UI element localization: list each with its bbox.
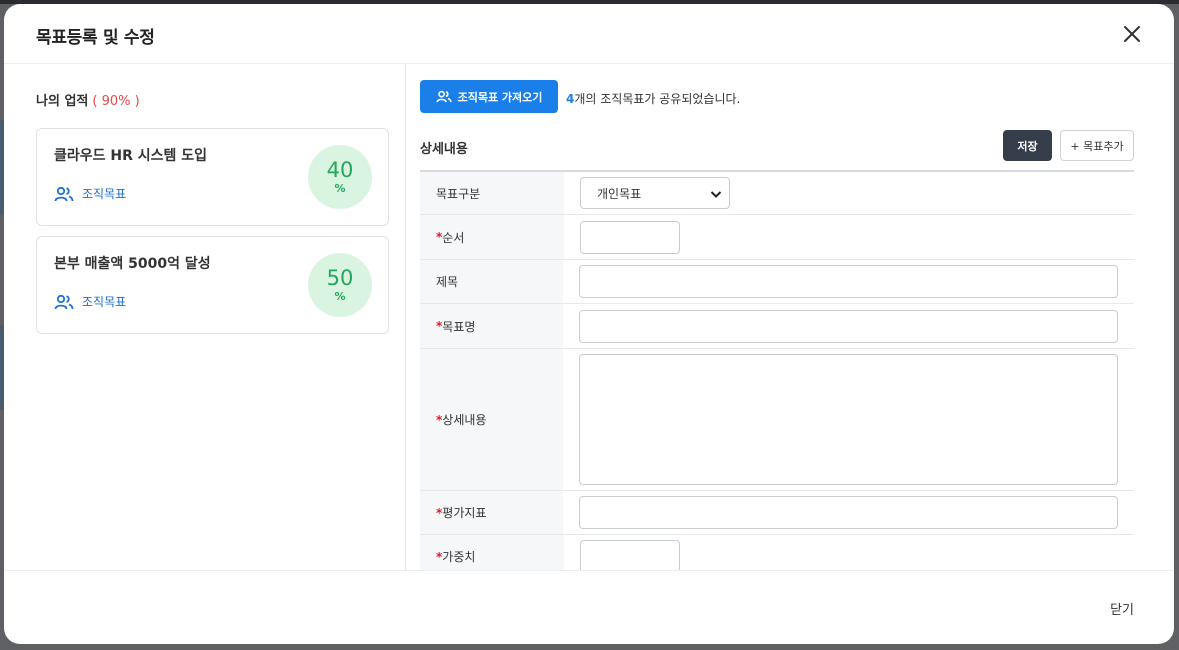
shared-goals-text: 개의 조직목표가 공유되었습니다. <box>574 92 741 106</box>
form-row-weight: * 가중치 <box>420 535 1134 570</box>
modal-footer: 닫기 <box>4 570 1174 644</box>
field-label-text: 순서 <box>442 230 465 245</box>
modal-title: 목표등록 및 수정 <box>36 28 155 48</box>
performance-title: 나의 업적( 90% ) <box>36 90 140 109</box>
goal-progress-unit: % <box>334 182 346 195</box>
order-input[interactable] <box>580 220 680 254</box>
goal-type-select[interactable]: 개인목표 <box>580 177 730 209</box>
fetch-org-goals-label: 조직목표 가져오기 <box>457 90 543 104</box>
weight-input[interactable] <box>580 540 680 570</box>
close-icon[interactable] <box>1120 22 1144 46</box>
users-icon <box>54 294 74 309</box>
chevron-down-icon <box>710 191 722 198</box>
goal-form-table: 목표구분 개인목표 * 순서 제목 * 목표명 * 상세내용 * 평가지표 * … <box>420 170 1134 570</box>
performance-panel: 나의 업적( 90% ) 클라우드 HR 시스템 도입 조직목표 40 % 본부… <box>4 64 406 570</box>
field-label: * 순서 <box>420 215 564 259</box>
field-cell <box>564 535 1134 570</box>
field-label: * 상세내용 <box>420 349 563 490</box>
goal-progress-unit: % <box>334 290 346 303</box>
users-icon <box>435 90 452 103</box>
kpi-input[interactable] <box>579 496 1118 529</box>
field-cell <box>564 215 1134 259</box>
field-label-text: 평가지표 <box>442 506 487 520</box>
goal-card[interactable]: 본부 매출액 5000억 달성 조직목표 50 % <box>36 236 389 334</box>
field-cell: 개인목표 <box>564 172 1134 214</box>
detail-textarea[interactable] <box>579 354 1118 485</box>
field-label: * 가중치 <box>420 535 564 570</box>
save-button[interactable]: 저장 <box>1003 130 1052 161</box>
field-cell <box>563 260 1134 303</box>
goal-progress-value: 50 <box>326 266 354 290</box>
field-label-text: 제목 <box>436 275 459 289</box>
field-label: * 목표명 <box>420 304 563 348</box>
field-label-text: 상세내용 <box>442 413 487 427</box>
goal-card[interactable]: 클라우드 HR 시스템 도입 조직목표 40 % <box>36 128 389 226</box>
field-cell <box>563 304 1134 348</box>
field-label-text: 가중치 <box>442 550 476 564</box>
field-label: * 평가지표 <box>420 491 563 534</box>
add-goal-button[interactable]: + 목표추가 <box>1060 130 1134 161</box>
section-title: 상세내용 <box>420 142 468 157</box>
shared-goals-message: 4개의 조직목표가 공유되었습니다. <box>566 90 740 107</box>
goal-title: 클라우드 HR 시스템 도입 <box>54 148 208 164</box>
goal-type: 조직목표 <box>54 293 126 310</box>
goal-title: 본부 매출액 5000억 달성 <box>54 256 211 272</box>
field-label-text: 목표명 <box>442 319 476 334</box>
goal-type-select-value: 개인목표 <box>597 186 642 201</box>
field-cell <box>563 491 1134 534</box>
goal-progress-badge: 50 % <box>308 253 372 317</box>
form-row-subject: 제목 <box>420 260 1134 304</box>
field-cell <box>563 349 1134 490</box>
form-row-kpi: * 평가지표 <box>420 491 1134 535</box>
form-row-goal-type: 목표구분 개인목표 <box>420 172 1134 215</box>
form-row-detail: * 상세내용 <box>420 349 1134 491</box>
users-icon <box>54 186 74 201</box>
field-label: 제목 <box>420 260 563 303</box>
goal-type-label: 조직목표 <box>82 295 127 309</box>
goal-form-panel: 조직목표 가져오기 4개의 조직목표가 공유되었습니다. 상세내용 저장 + 목… <box>406 64 1174 570</box>
subject-input[interactable] <box>579 265 1118 298</box>
close-button[interactable]: 닫기 <box>1110 599 1134 618</box>
performance-label: 나의 업적 <box>36 94 89 109</box>
performance-percent: ( 90% ) <box>92 94 140 109</box>
modal-header: 목표등록 및 수정 <box>4 4 1174 64</box>
field-label-text: 목표구분 <box>436 186 481 201</box>
goal-type-label: 조직목표 <box>82 187 127 201</box>
form-row-goal-name: * 목표명 <box>420 304 1134 349</box>
goal-name-input[interactable] <box>579 309 1118 343</box>
fetch-org-goals-button[interactable]: 조직목표 가져오기 <box>420 80 558 113</box>
form-row-order: * 순서 <box>420 215 1134 260</box>
goal-type: 조직목표 <box>54 185 126 202</box>
field-label: 목표구분 <box>420 172 564 214</box>
goal-progress-badge: 40 % <box>308 145 372 209</box>
goal-modal: 목표등록 및 수정 나의 업적( 90% ) 클라우드 HR 시스템 도입 조직… <box>4 4 1174 644</box>
goal-progress-value: 40 <box>326 158 354 182</box>
